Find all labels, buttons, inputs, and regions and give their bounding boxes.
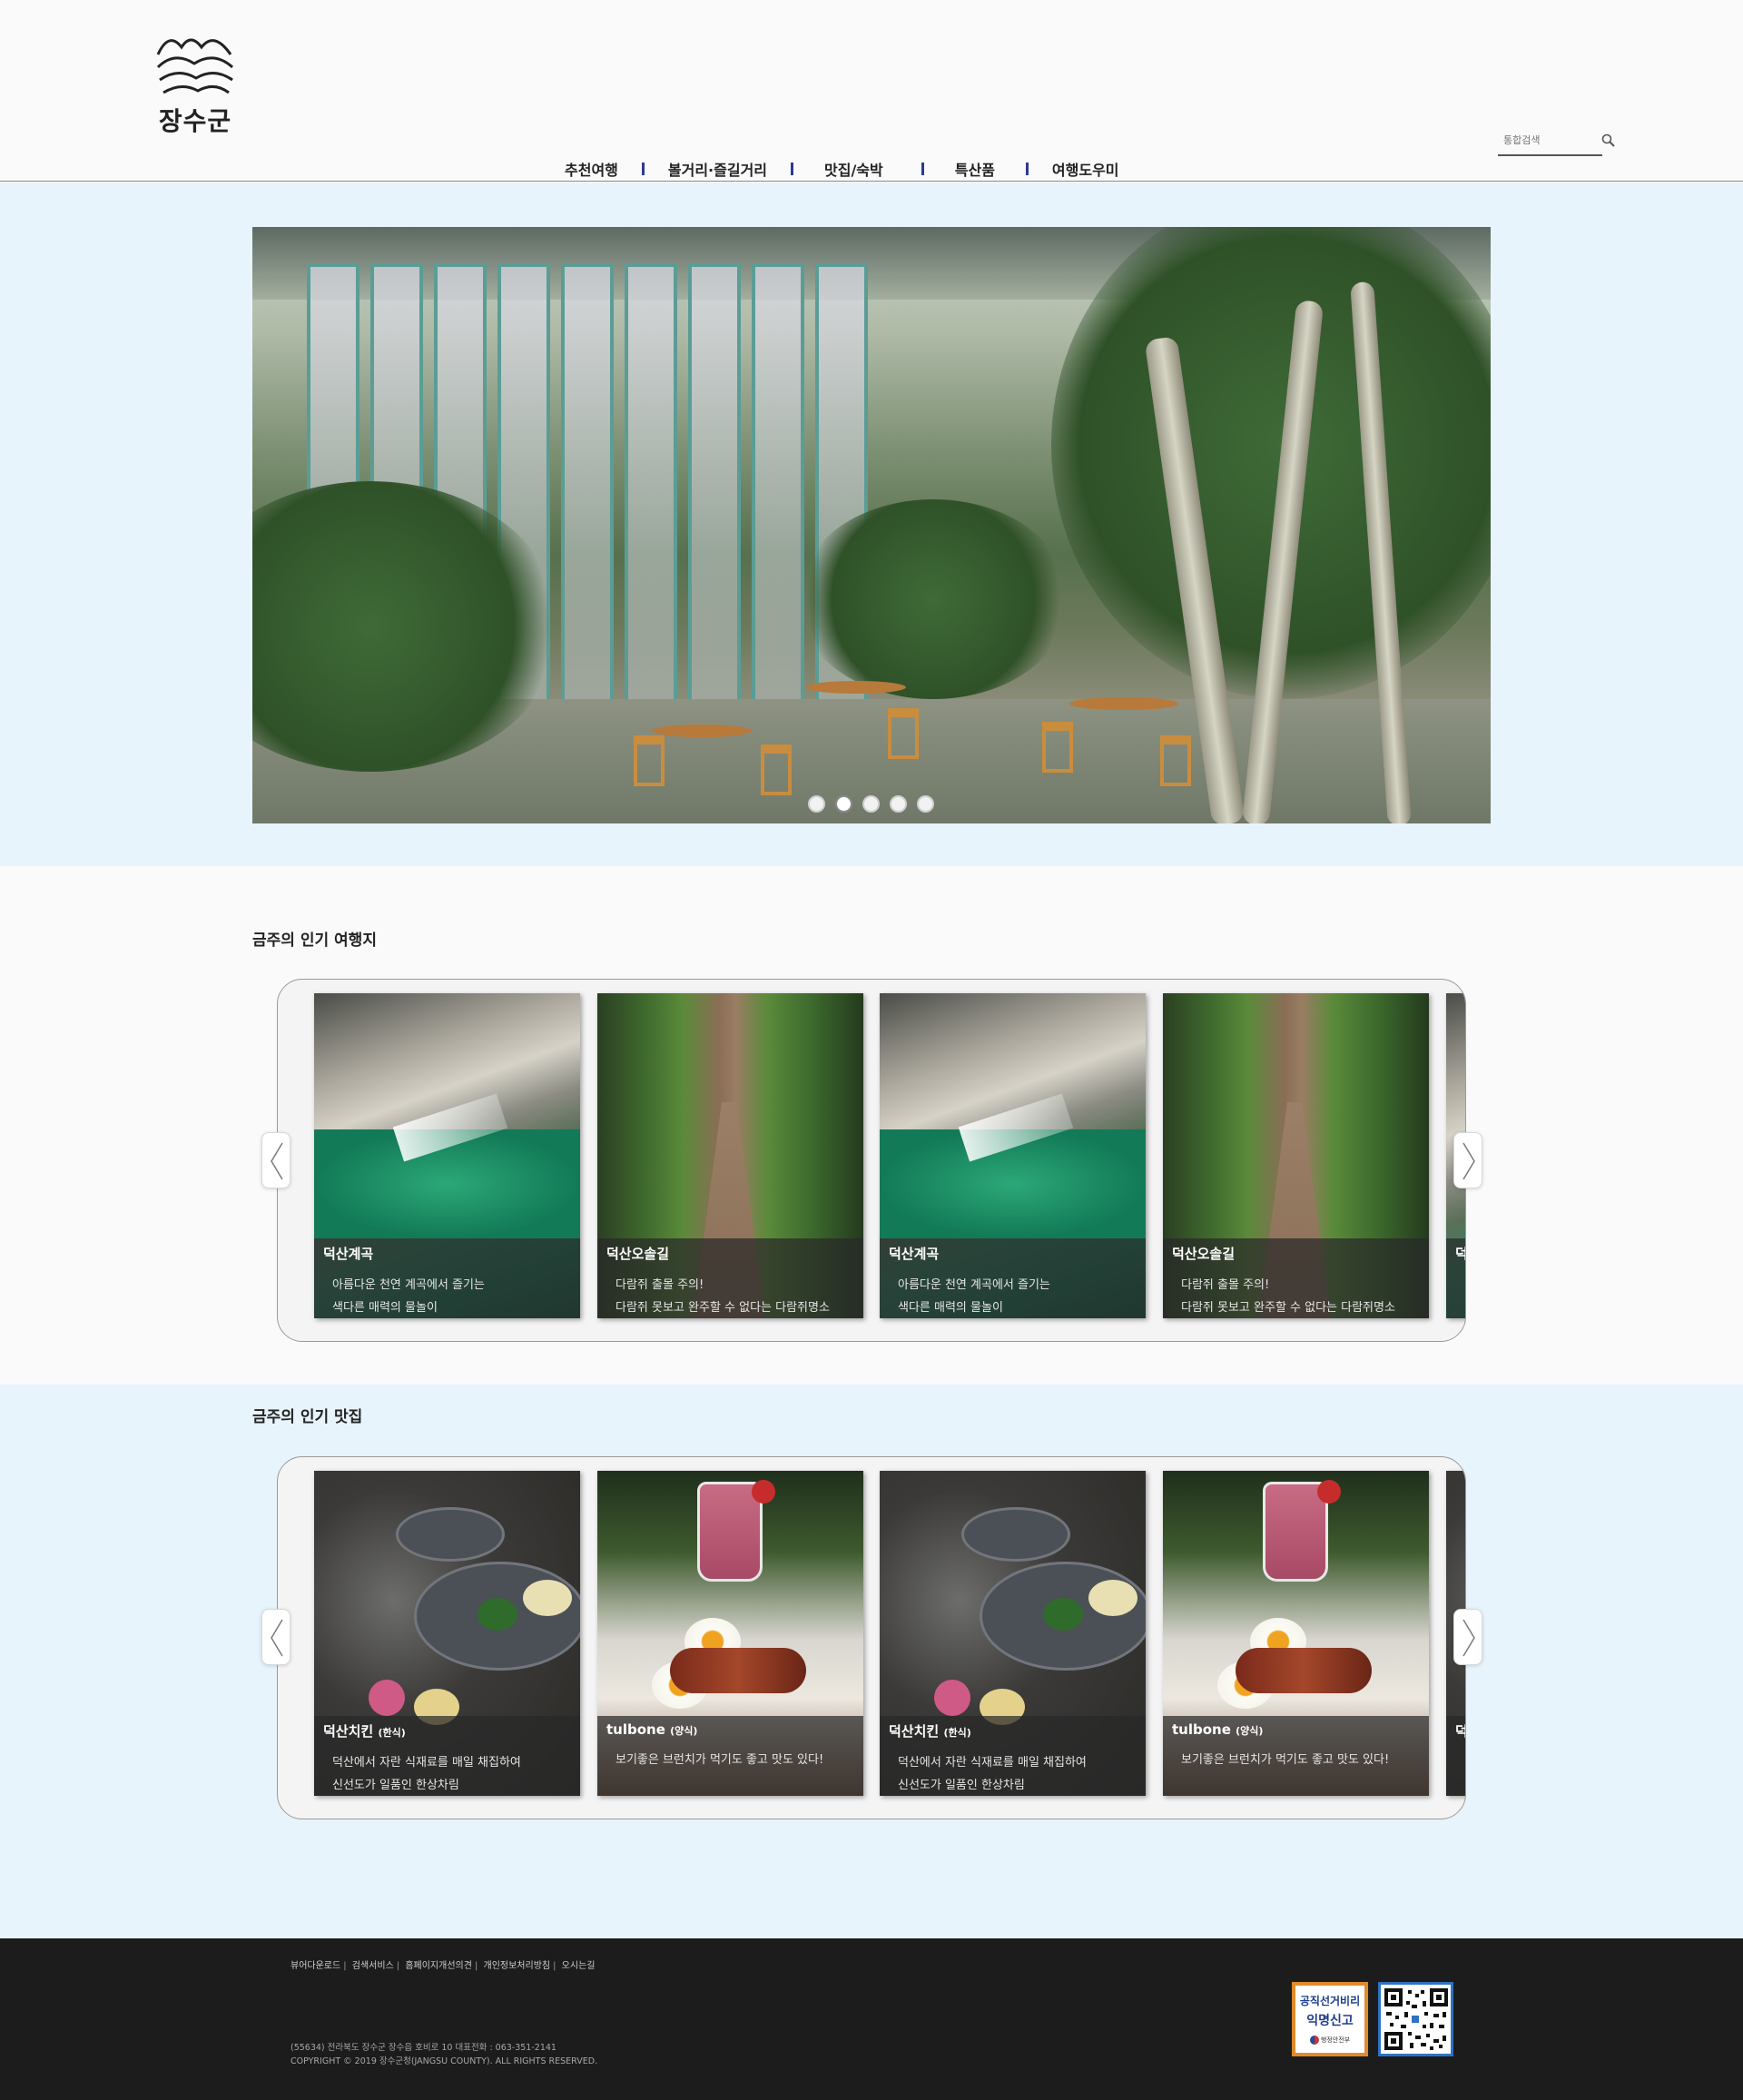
search-input[interactable] bbox=[1498, 127, 1589, 153]
card-desc: 덕산에서 자란 식재료를 매일 채집하여 신선도가 일품인 한상차림 bbox=[898, 1756, 1087, 1792]
food-card[interactable]: 덕산치킨 (한식) 덕산에서 자란 식재료를 매일 채집하여 신선도가 일품인 한… bbox=[880, 1471, 1146, 1796]
card-title: 덕산치킨 (한식) bbox=[889, 1723, 971, 1740]
card-desc: 덕산에서 자란 식재료를 매일 채집하여 신선도가 일품인 한상차림 bbox=[332, 1756, 521, 1792]
food-prev-button[interactable] bbox=[261, 1609, 290, 1665]
card-title: tulbone (양식) bbox=[1172, 1721, 1264, 1738]
food-next-button[interactable] bbox=[1453, 1609, 1482, 1665]
chevron-right-icon bbox=[1462, 1619, 1475, 1657]
nav-separator bbox=[641, 163, 645, 175]
slider-dot-1[interactable] bbox=[808, 795, 825, 813]
chevron-left-icon bbox=[271, 1619, 283, 1657]
chevron-right-icon bbox=[1462, 1142, 1475, 1180]
card-title: 덕산오솔길 bbox=[1172, 1246, 1236, 1262]
card-desc: 다람쥐 출몰 주의! 다람쥐 못보고 완주할 수 없다는 다람쥐명소 bbox=[615, 1278, 830, 1315]
food-section-title: 금주의 인기 맛집 bbox=[252, 1408, 363, 1426]
slider-dot-3[interactable] bbox=[862, 795, 880, 813]
footer-copyright: COPYRIGHT © 2019 장수군청(JANGSU COUNTY). AL… bbox=[290, 2056, 598, 2066]
card-desc: 아름다운 천연 계곡에서 즐기는 색다른 매력의 물놀이 bbox=[898, 1278, 1050, 1315]
food-carousel: 덕산치킨 (한식) 덕산에서 자란 식재료를 매일 채집하여 신선도가 일품인 한… bbox=[277, 1456, 1466, 1819]
logo-text: 장수군 bbox=[158, 106, 232, 136]
footer-link-viewer-download[interactable]: 뷰어다운로드 bbox=[290, 1961, 340, 1971]
logo[interactable]: 장수군 bbox=[154, 27, 236, 136]
nav-item-travel-help[interactable]: 여행도우미 bbox=[1050, 158, 1121, 180]
travel-card[interactable]: 덕산오솔길 다람쥐 출몰 주의! 다람쥐 못보고 완주할 수 없다는 다람쥐명소 bbox=[1163, 993, 1429, 1318]
footer-links: 뷰어다운로드 | 검색서비스 | 홈페이지개선의견 | 개인정보처리방침 | 오시는길 bbox=[290, 1961, 596, 1971]
travel-next-button[interactable] bbox=[1453, 1132, 1482, 1188]
nav-item-recommended-travel[interactable]: 추천여행 bbox=[563, 158, 620, 180]
card-title: 덕 bbox=[1455, 1244, 1465, 1263]
site-footer: 뷰어다운로드 | 검색서비스 | 홈페이지개선의견 | 개인정보처리방침 | 오시는길 … bbox=[0, 1938, 1743, 2100]
qr-code-icon[interactable] bbox=[1378, 1982, 1453, 2056]
card-desc: 다람쥐 출몰 주의! 다람쥐 못보고 완주할 수 없다는 다람쥐명소 bbox=[1181, 1278, 1395, 1315]
nav-item-specialties[interactable]: 특산품 bbox=[953, 158, 997, 180]
card-title: tulbone (양식) bbox=[606, 1721, 698, 1738]
card-title: 덕산치킨 (한식) bbox=[323, 1723, 406, 1740]
chevron-left-icon bbox=[271, 1142, 283, 1180]
card-desc: 보기좋은 브런치가 먹기도 좋고 맛도 있다! bbox=[1181, 1753, 1390, 1767]
qr-pattern bbox=[1384, 1988, 1448, 2050]
main-nav: 추천여행 볼거리·즐길거리 맛집/숙박 특산품 여행도우미 bbox=[563, 156, 1121, 182]
card-title: 덕산오솔길 bbox=[606, 1246, 670, 1262]
footer-address-block: (55634) 전라북도 장수군 장수읍 호비로 10 대표전화 : 063-3… bbox=[290, 2041, 597, 2068]
election-report-banner[interactable]: 공직선거비리 익명신고 행정안전부 bbox=[1292, 1982, 1368, 2056]
nav-item-attractions[interactable]: 볼거리·즐길거리 bbox=[666, 158, 769, 180]
travel-card[interactable]: 덕산계곡 아름다운 천연 계곡에서 즐기는 색다른 매력의 물놀이 bbox=[880, 993, 1146, 1318]
mountain-logo-icon bbox=[156, 38, 234, 94]
card-title: 덕 bbox=[1455, 1721, 1465, 1740]
search-box bbox=[1498, 127, 1602, 156]
slider-dot-5[interactable] bbox=[917, 795, 934, 813]
card-desc: 보기좋은 브런치가 먹기도 좋고 맛도 있다! bbox=[615, 1753, 824, 1767]
food-card[interactable]: tulbone (양식) 보기좋은 브런치가 먹기도 좋고 맛도 있다! bbox=[597, 1471, 863, 1796]
travel-carousel: 덕산계곡 아름다운 천연 계곡에서 즐기는 색다른 매력의 물놀이 덕산오솔길 다… bbox=[277, 979, 1466, 1342]
food-card[interactable]: 덕산치킨 (한식) 덕산에서 자란 식재료를 매일 채집하여 신선도가 일품인 한… bbox=[314, 1471, 580, 1796]
ministry-emblem-icon bbox=[1309, 2036, 1319, 2045]
card-desc: ㅁㅁ bbox=[1455, 1274, 1465, 1318]
footer-link-directions[interactable]: 오시는길 bbox=[562, 1961, 596, 1971]
footer-link-privacy-policy[interactable]: 개인정보처리방침 bbox=[484, 1961, 551, 1971]
nav-separator bbox=[921, 163, 924, 175]
footer-link-search-service[interactable]: 검색서비스 bbox=[352, 1961, 394, 1971]
footer-link-feedback[interactable]: 홈페이지개선의견 bbox=[405, 1961, 472, 1971]
site-header: 장수군 추천여행 볼거리·즐길거리 맛집/숙박 특산품 여행도우미 bbox=[0, 0, 1743, 182]
card-title: 덕산계곡 bbox=[323, 1246, 374, 1262]
card-desc bbox=[1455, 1751, 1465, 1774]
slider-pagination bbox=[808, 795, 934, 813]
slider-dot-4[interactable] bbox=[890, 795, 907, 813]
travel-section-title: 금주의 인기 여행지 bbox=[252, 932, 377, 950]
travel-card[interactable]: 덕산오솔길 다람쥐 출몰 주의! 다람쥐 못보고 완주할 수 없다는 다람쥐명소 bbox=[597, 993, 863, 1318]
nav-item-food-lodging[interactable]: 맛집/숙박 bbox=[822, 158, 885, 180]
search-icon[interactable] bbox=[1600, 133, 1617, 149]
travel-card[interactable]: 덕산계곡 아름다운 천연 계곡에서 즐기는 색다른 매력의 물놀이 bbox=[314, 993, 580, 1318]
hero-slider[interactable] bbox=[252, 227, 1491, 823]
nav-separator bbox=[791, 163, 794, 175]
slider-dot-2[interactable] bbox=[835, 795, 852, 813]
food-card[interactable]: tulbone (양식) 보기좋은 브런치가 먹기도 좋고 맛도 있다! bbox=[1163, 1471, 1429, 1796]
card-title: 덕산계곡 bbox=[889, 1246, 940, 1262]
nav-separator bbox=[1025, 163, 1029, 175]
travel-prev-button[interactable] bbox=[261, 1132, 290, 1188]
card-desc: 아름다운 천연 계곡에서 즐기는 색다른 매력의 물놀이 bbox=[332, 1278, 485, 1315]
footer-address: (55634) 전라북도 장수군 장수읍 호비로 10 대표전화 : 063-3… bbox=[290, 2043, 556, 2053]
